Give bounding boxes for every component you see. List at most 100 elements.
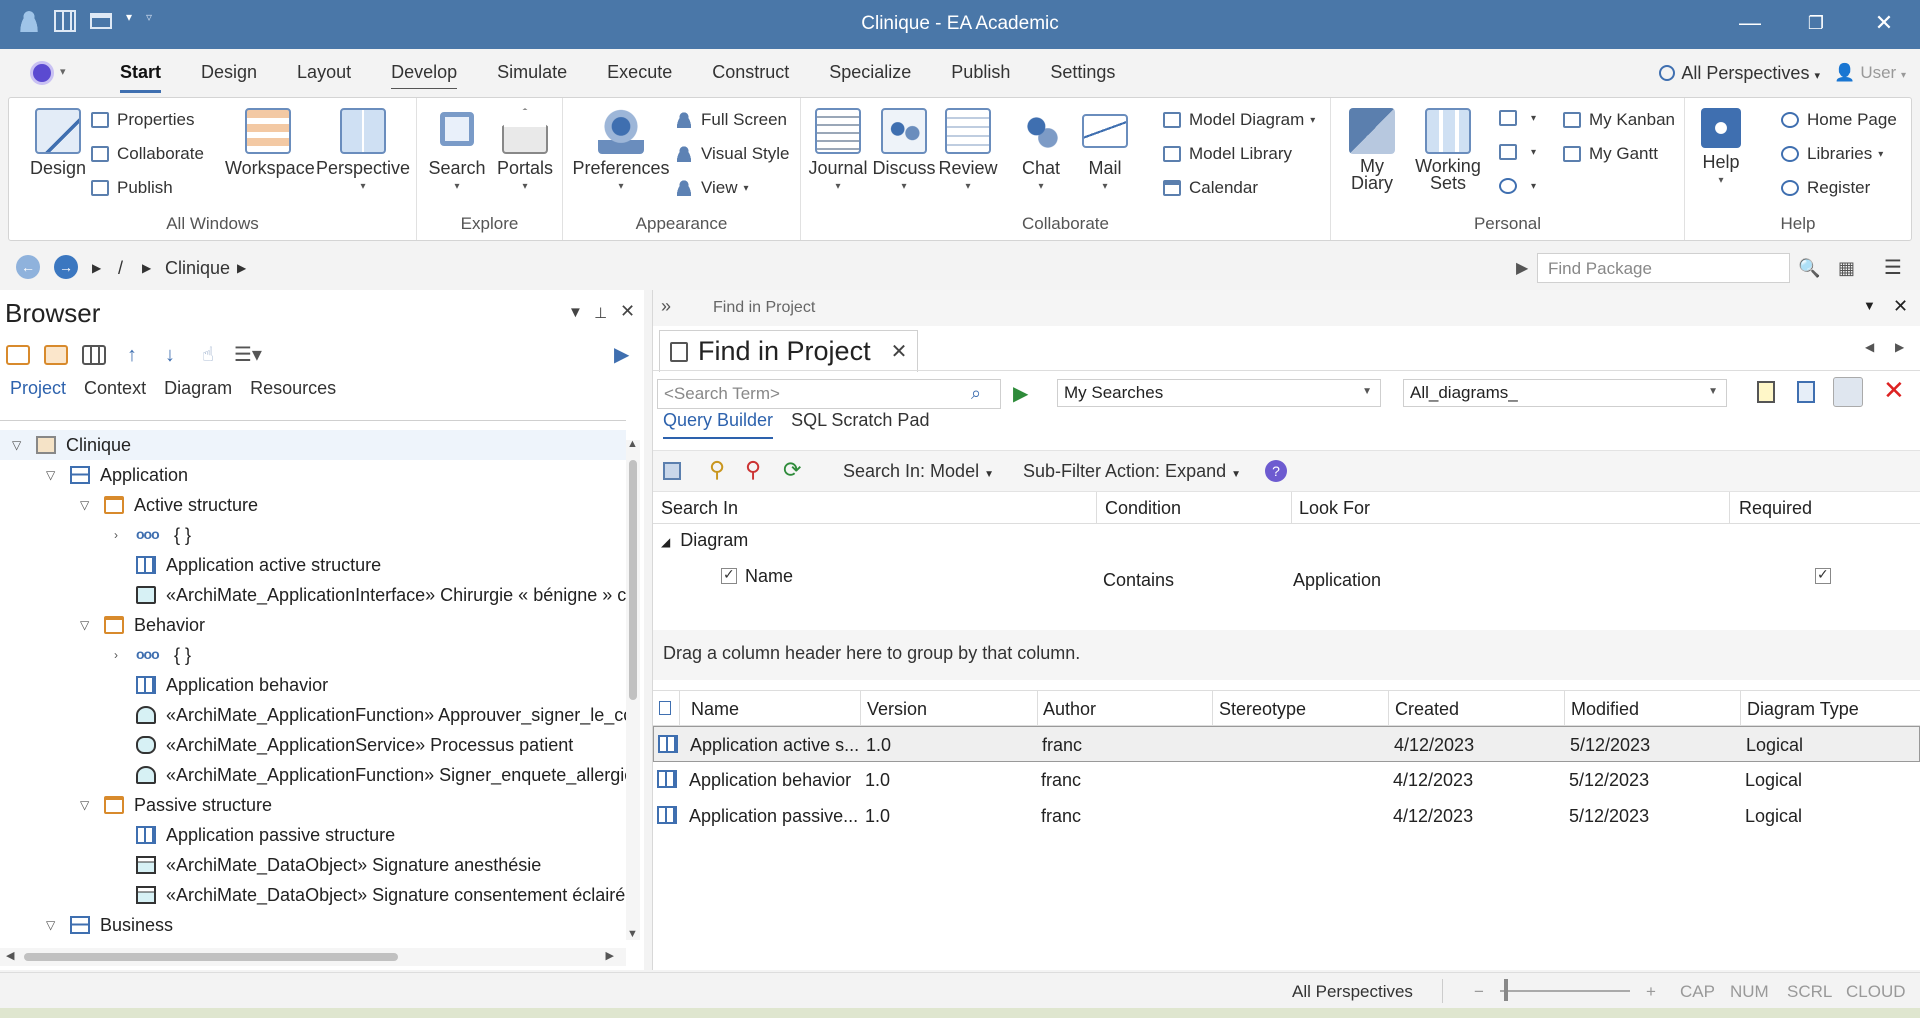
restore-icon[interactable]: ❐: [1796, 13, 1836, 34]
user-menu[interactable]: 👤 User ▾: [1834, 63, 1906, 83]
search-name-select[interactable]: All_diagrams_ ▼: [1403, 379, 1727, 407]
review-button[interactable]: Review ▾: [935, 108, 1001, 192]
workspace-button[interactable]: Workspace: [225, 108, 315, 179]
my-kanban-button[interactable]: My Kanban: [1563, 110, 1675, 130]
design-button[interactable]: Design: [23, 108, 93, 179]
expand-icon[interactable]: »: [661, 296, 671, 317]
table-row[interactable]: Application passive... 1.0 franc 4/12/20…: [653, 798, 1920, 834]
tree-item[interactable]: ▽ Business: [0, 910, 173, 940]
portals-button[interactable]: Portals ▾: [493, 108, 557, 192]
column-divider[interactable]: [1740, 691, 1741, 727]
column-divider[interactable]: [1564, 691, 1565, 727]
tab-diagram[interactable]: Diagram: [164, 378, 232, 399]
zoom-slider-handle[interactable]: [1504, 979, 1508, 1001]
required-checkbox[interactable]: [1815, 566, 1831, 584]
app-logo-icon[interactable]: [30, 61, 54, 85]
chevron-down-icon[interactable]: ▽: [46, 918, 55, 932]
model-library-button[interactable]: Model Library: [1163, 144, 1292, 164]
tab-execute[interactable]: Execute: [587, 62, 692, 83]
zoom-out-button[interactable]: −: [1474, 982, 1484, 1002]
breadcrumb-root[interactable]: /: [118, 258, 123, 279]
tree-item[interactable]: ▽ Behavior: [0, 610, 205, 640]
edit-search-icon[interactable]: [1833, 377, 1863, 407]
tab-find-in-project[interactable]: Find in Project ✕: [659, 330, 919, 372]
my-gantt-button[interactable]: My Gantt: [1563, 144, 1658, 164]
table-row[interactable]: Application active s... 1.0 franc 4/12/2…: [653, 726, 1920, 762]
tab-sql-scratch-pad[interactable]: SQL Scratch Pad: [791, 410, 929, 439]
zoom-in-button[interactable]: +: [1646, 982, 1656, 1002]
chevron-down-icon[interactable]: ▾: [60, 65, 66, 78]
tree-item[interactable]: ▽ Passive structure: [0, 790, 272, 820]
scrollbar-thumb[interactable]: [629, 460, 637, 700]
table-row[interactable]: Application behavior 1.0 franc 4/12/2023…: [653, 762, 1920, 798]
run-search-icon[interactable]: ▶: [1013, 381, 1028, 406]
my-searches-select[interactable]: My Searches ▼: [1057, 379, 1381, 407]
column-divider[interactable]: [1037, 691, 1038, 727]
arrow-down-icon[interactable]: ↓: [158, 345, 182, 365]
tab-simulate[interactable]: Simulate: [477, 62, 587, 83]
column-header-diagram-type[interactable]: Diagram Type: [1747, 699, 1859, 720]
group-by-area[interactable]: Drag a column header here to group by th…: [653, 630, 1920, 680]
model-diagram-button[interactable]: Model Diagram ▾: [1163, 110, 1315, 130]
tab-publish[interactable]: Publish: [931, 62, 1030, 83]
tree-item[interactable]: «ArchiMate_DataObject» Signature anesthé…: [0, 850, 541, 880]
column-header-stereotype[interactable]: Stereotype: [1219, 699, 1306, 720]
tab-resources[interactable]: Resources: [250, 378, 336, 399]
horizontal-scrollbar[interactable]: ◀ ▶: [0, 948, 626, 966]
hamburger-icon[interactable]: ☰: [1884, 255, 1902, 280]
full-screen-button[interactable]: Full Screen: [675, 110, 787, 130]
properties-button[interactable]: Properties: [91, 110, 194, 130]
query-row[interactable]: Name Contains Application: [653, 560, 1920, 600]
working-sets-button[interactable]: Working Sets: [1411, 108, 1485, 192]
new-package-icon[interactable]: [6, 345, 30, 365]
save-icon[interactable]: [663, 462, 681, 480]
sub-filter-dropdown[interactable]: Sub-Filter Action: Expand ▼: [1023, 461, 1241, 482]
chevron-right-icon[interactable]: ▶: [1895, 340, 1904, 354]
query-condition[interactable]: Contains: [1103, 570, 1174, 591]
chevron-down-icon[interactable]: ▼: [627, 928, 638, 940]
tree-item[interactable]: «ArchiMate_ApplicationInterface» Chirurg…: [0, 580, 626, 610]
query-look-for[interactable]: Application: [1293, 570, 1381, 591]
chevron-down-icon[interactable]: ▼: [568, 304, 583, 321]
chevron-down-icon[interactable]: ▽: [12, 438, 21, 452]
tab-design[interactable]: Design: [181, 62, 277, 83]
tree-item[interactable]: «ArchiMate_ApplicationFunction» Approuve…: [0, 700, 626, 730]
tab-query-builder[interactable]: Query Builder: [663, 410, 774, 439]
chevron-down-icon[interactable]: ▽: [80, 498, 89, 512]
preferences-button[interactable]: Preferences ▾: [571, 108, 671, 192]
vertical-scrollbar[interactable]: ▲ ▼: [626, 438, 640, 940]
chevron-right-icon[interactable]: ▶: [142, 261, 151, 275]
search-term-input[interactable]: <Search Term>: [657, 379, 1001, 409]
folder-icon[interactable]: [44, 345, 68, 365]
mail-button[interactable]: Mail ▾: [1075, 108, 1135, 192]
column-header-created[interactable]: Created: [1395, 699, 1459, 720]
chat-button[interactable]: Chat ▾: [1011, 108, 1071, 192]
column-header-search-in[interactable]: Search In: [661, 498, 738, 519]
tab-start[interactable]: Start: [100, 62, 181, 93]
chevron-left-icon[interactable]: ◀: [6, 949, 14, 962]
discuss-button[interactable]: Discuss ▾: [871, 108, 937, 192]
chevron-down-icon[interactable]: ▽: [46, 468, 55, 482]
new-search-icon[interactable]: [1757, 381, 1775, 403]
scrollbar-thumb[interactable]: [24, 953, 398, 961]
column-divider[interactable]: [1388, 691, 1389, 727]
chevron-up-icon[interactable]: ▲: [627, 438, 638, 450]
column-divider[interactable]: [860, 691, 861, 727]
back-icon[interactable]: ←: [16, 255, 40, 279]
breadcrumb-item-clinique[interactable]: Clinique: [165, 258, 230, 279]
personal-globe-button[interactable]: ▾: [1499, 178, 1536, 194]
select-all-icon[interactable]: [659, 701, 671, 715]
play-icon[interactable]: ▶: [614, 342, 629, 367]
personal-window-2-button[interactable]: ▾: [1499, 144, 1536, 160]
column-header-look-for[interactable]: Look For: [1299, 498, 1370, 519]
tab-specialize[interactable]: Specialize: [809, 62, 931, 83]
column-header-name[interactable]: Name: [691, 699, 739, 720]
perspective-button[interactable]: Perspective ▾: [315, 108, 411, 192]
menu-icon[interactable]: ☰▾: [234, 345, 274, 365]
copy-icon[interactable]: [1797, 381, 1815, 403]
visual-style-button[interactable]: Visual Style: [675, 144, 790, 164]
column-header-condition[interactable]: Condition: [1105, 498, 1181, 519]
search-in-dropdown[interactable]: Search In: Model ▼: [843, 461, 994, 482]
diagram-icon[interactable]: [82, 345, 106, 365]
view-button[interactable]: View ▾: [675, 178, 749, 198]
